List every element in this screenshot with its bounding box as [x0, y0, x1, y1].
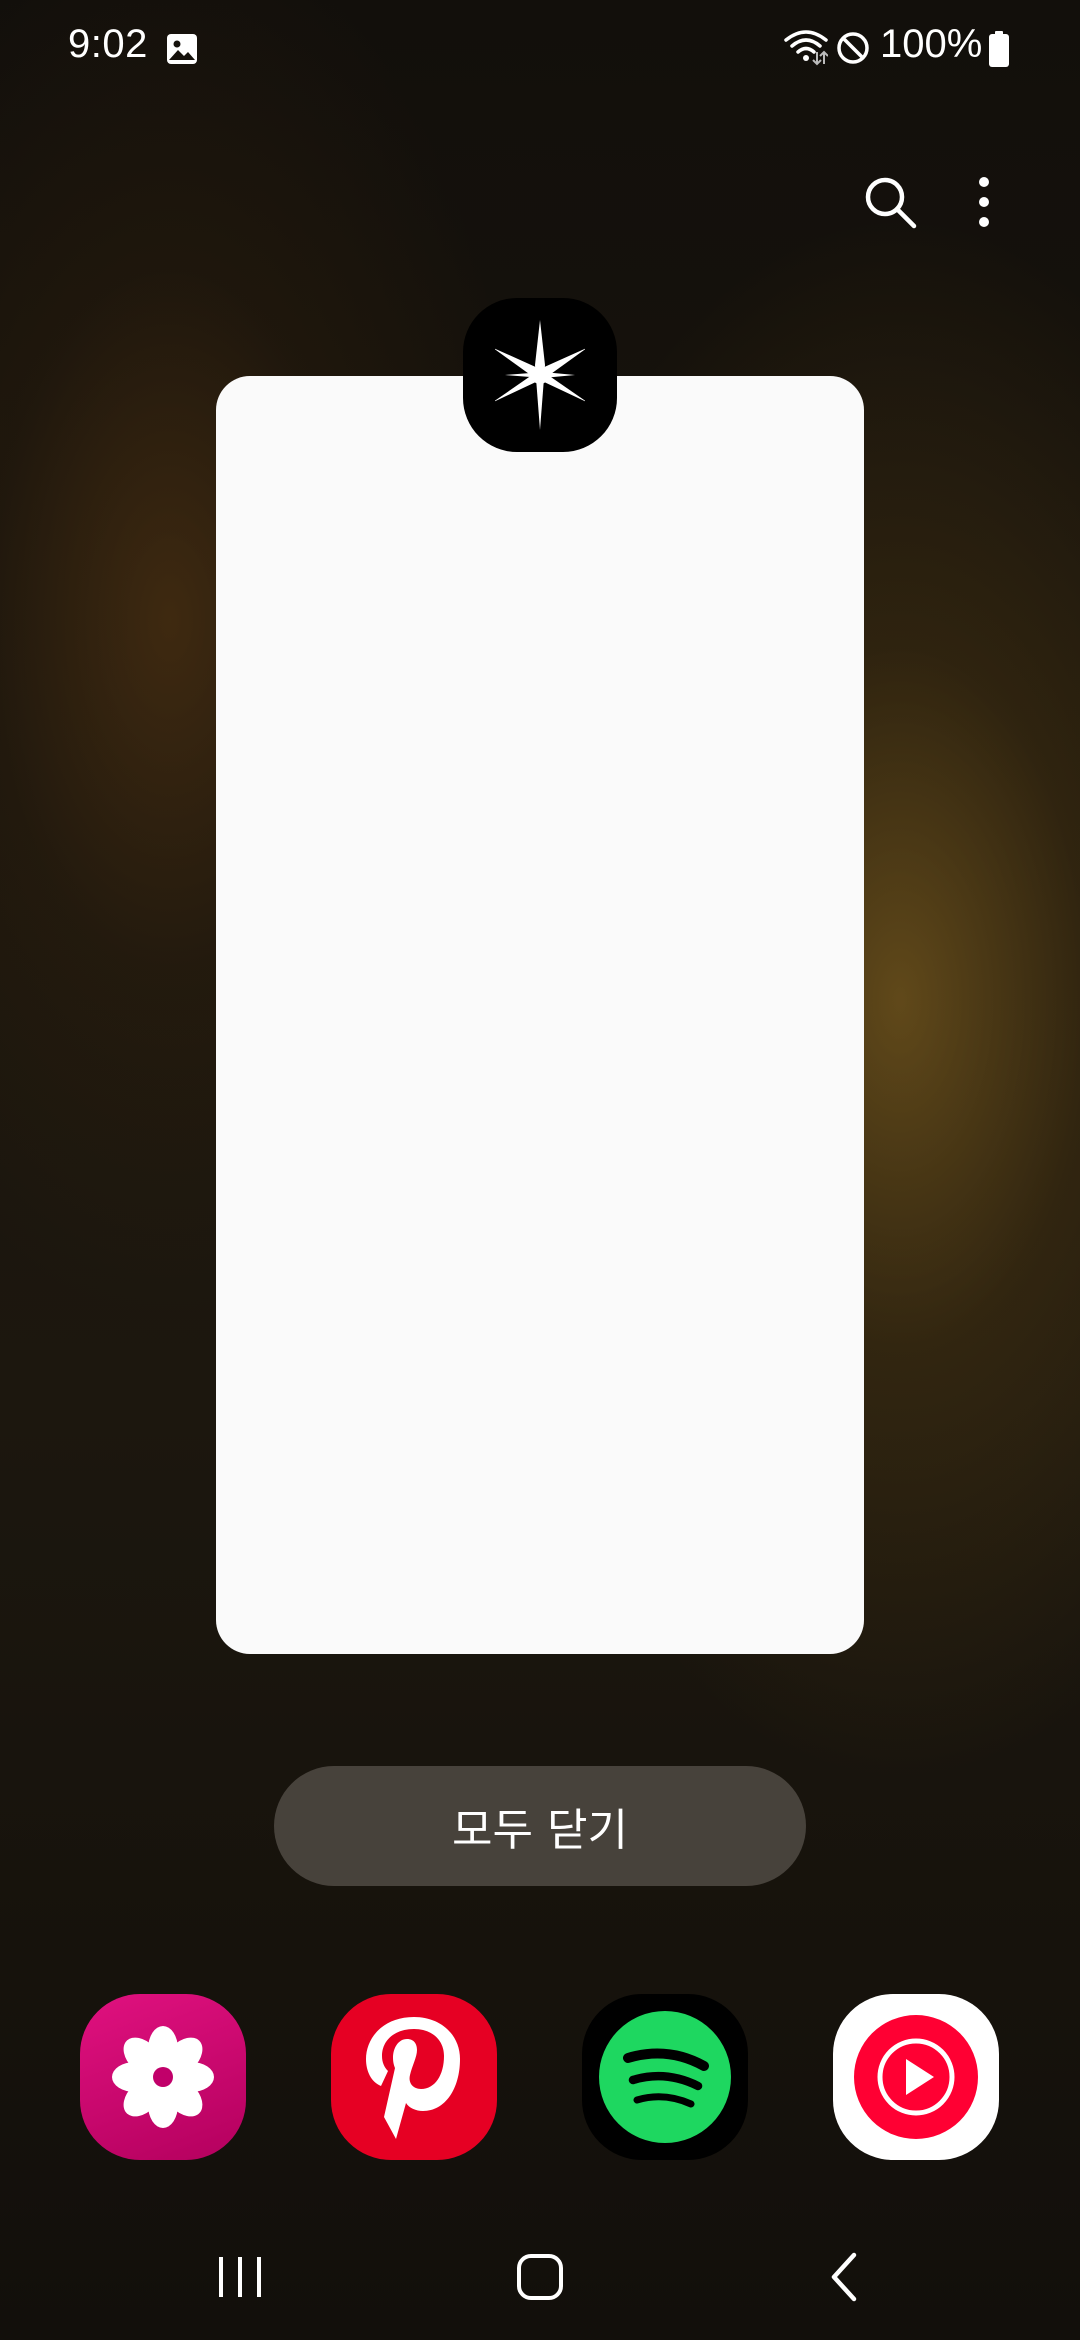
recents-icon	[219, 2257, 261, 2297]
battery-icon	[989, 31, 1009, 67]
youtube-music-app-shortcut[interactable]	[833, 1994, 999, 2160]
blossom-app-icon	[112, 2026, 214, 2128]
home-icon	[517, 2254, 563, 2300]
recent-app-card[interactable]	[216, 376, 864, 1654]
status-time: 9:02	[68, 22, 148, 66]
search-icon[interactable]	[862, 174, 918, 230]
battery-percentage: 100%	[880, 22, 983, 66]
youtube-music-icon	[854, 2015, 978, 2139]
pinterest-icon	[366, 2017, 460, 2139]
back-button[interactable]	[804, 2242, 884, 2312]
spotify-icon	[599, 2011, 731, 2143]
pinterest-app-shortcut[interactable]	[331, 1994, 497, 2160]
gallery-icon	[167, 34, 197, 64]
blossom-app-shortcut[interactable]	[80, 1994, 246, 2160]
do-not-disturb-icon	[837, 32, 869, 64]
sparkle-app-icon	[495, 320, 585, 430]
wifi-icon	[784, 30, 828, 66]
recents-button[interactable]	[200, 2242, 280, 2312]
recent-app-icon[interactable]	[463, 298, 617, 452]
home-button[interactable]	[500, 2242, 580, 2312]
back-icon	[831, 2252, 857, 2302]
spotify-app-shortcut[interactable]	[582, 1994, 748, 2160]
close-all-button[interactable]: 모두 닫기	[274, 1766, 806, 1886]
navigation-bar	[0, 2220, 1080, 2340]
more-options-icon[interactable]	[966, 174, 1002, 230]
status-bar: 9:02 100%	[0, 0, 1080, 100]
